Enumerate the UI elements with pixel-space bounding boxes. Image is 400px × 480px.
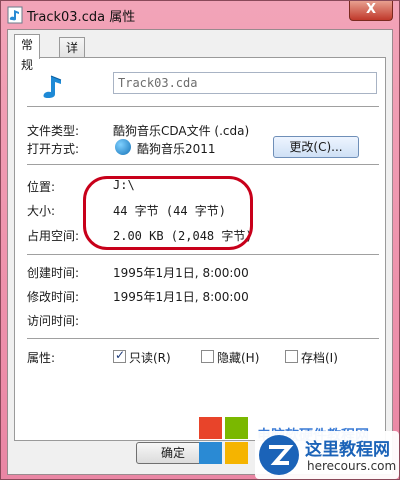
archive-label[interactable]: 存档(I): [301, 349, 338, 366]
windows-logo-icon: [199, 417, 248, 464]
properties-window: Track03.cda 属性 X 常规 详细信息 Track03.cda 文件类…: [0, 0, 400, 480]
tab-general[interactable]: 常规: [14, 34, 41, 72]
archive-checkbox[interactable]: [285, 350, 298, 363]
size-label: 大小:: [27, 204, 56, 218]
highlight-annotation: [83, 176, 253, 250]
separator: [27, 164, 379, 166]
filename-field[interactable]: Track03.cda: [113, 72, 377, 94]
tab-details[interactable]: 详细信息: [59, 37, 86, 115]
hidden-checkbox[interactable]: [201, 350, 214, 363]
separator: [27, 106, 379, 108]
watermark-badge: 这里教程网 herecours.com: [255, 431, 399, 479]
general-panel: Track03.cda 文件类型: 酷狗音乐CDA文件 (.cda) 打开方式:…: [14, 57, 386, 441]
hidden-label[interactable]: 隐藏(H): [217, 349, 259, 366]
change-button[interactable]: 更改(C)...: [273, 136, 359, 158]
attributes-label: 属性:: [27, 351, 56, 365]
watermark-z-icon: [259, 435, 299, 475]
music-file-icon: [7, 6, 23, 24]
disk-size-label: 占用空间:: [27, 229, 80, 243]
check-mark-icon: ✓: [115, 348, 126, 362]
separator: [27, 254, 379, 256]
file-type-label: 文件类型:: [27, 124, 80, 138]
dialog-client: 常规 详细信息 Track03.cda 文件类型: 酷狗音乐CDA文件 (.cd…: [7, 29, 393, 475]
file-type-value: 酷狗音乐CDA文件 (.cda): [113, 124, 250, 138]
modified-value: 1995年1月1日, 8:00:00: [113, 290, 249, 304]
readonly-label[interactable]: 只读(R): [129, 349, 171, 366]
window-title: Track03.cda 属性: [27, 10, 136, 25]
kugou-app-icon: [115, 139, 131, 155]
open-with-value: 酷狗音乐2011: [137, 142, 216, 156]
watermark-url: herecours.com: [307, 459, 397, 473]
created-value: 1995年1月1日, 8:00:00: [113, 266, 249, 280]
open-with-label: 打开方式:: [27, 142, 80, 156]
watermark-site-name: 这里教程网: [305, 440, 390, 460]
readonly-checkbox[interactable]: ✓: [113, 348, 126, 363]
separator: [27, 338, 379, 340]
close-button[interactable]: X: [349, 1, 393, 21]
location-label: 位置:: [27, 180, 56, 194]
cda-file-icon: [43, 75, 62, 98]
accessed-label: 访问时间:: [27, 314, 80, 328]
modified-label: 修改时间:: [27, 290, 80, 304]
created-label: 创建时间:: [27, 266, 80, 280]
title-bar[interactable]: Track03.cda 属性 X: [1, 1, 399, 29]
